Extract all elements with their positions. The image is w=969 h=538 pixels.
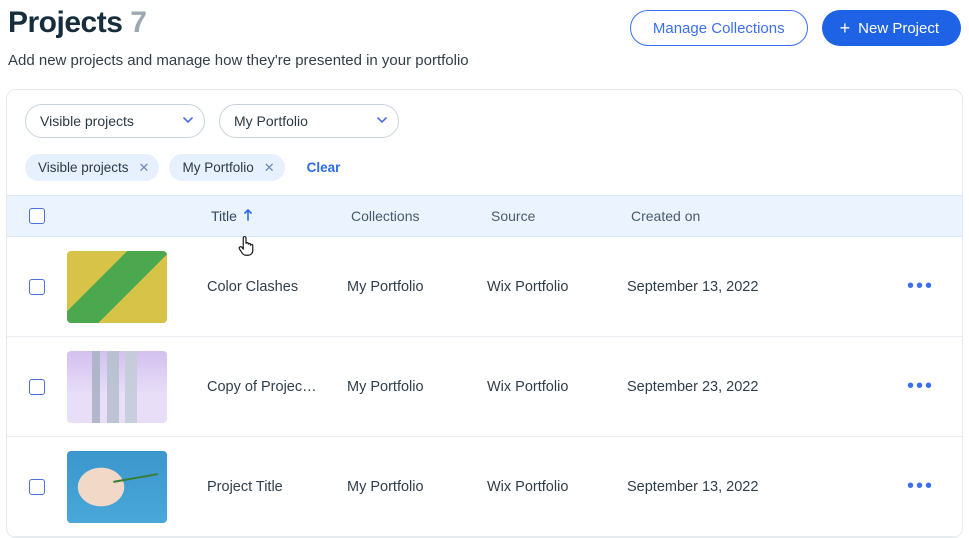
plus-icon: + (840, 19, 851, 37)
clear-filters-link[interactable]: Clear (307, 160, 341, 175)
cell-source: Wix Portfolio (487, 479, 627, 495)
cell-collections: My Portfolio (347, 479, 487, 495)
cell-title: Project Title (207, 479, 327, 495)
cell-source: Wix Portfolio (487, 379, 627, 395)
project-thumbnail (67, 251, 167, 323)
project-thumbnail (67, 451, 167, 523)
new-project-label: New Project (858, 20, 939, 37)
remove-chip-icon[interactable]: ✕ (139, 160, 150, 176)
visibility-filter-select[interactable]: Visible projects (25, 104, 205, 138)
cell-collections: My Portfolio (347, 379, 487, 395)
row-actions-button[interactable]: ••• (907, 375, 962, 398)
filter-chip-collection[interactable]: My Portfolio ✕ (169, 154, 284, 181)
cell-source: Wix Portfolio (487, 279, 627, 295)
table-row[interactable]: Color Clashes My Portfolio Wix Portfolio… (7, 237, 962, 337)
cell-collections: My Portfolio (347, 279, 487, 295)
chevron-down-icon (182, 113, 194, 129)
column-collections[interactable]: Collections (347, 208, 487, 224)
row-checkbox[interactable] (29, 379, 45, 395)
remove-chip-icon[interactable]: ✕ (264, 160, 275, 176)
column-created[interactable]: Created on (627, 208, 847, 224)
new-project-button[interactable]: + New Project (822, 10, 961, 46)
cell-created: September 13, 2022 (627, 479, 847, 495)
visibility-filter-label: Visible projects (40, 113, 134, 129)
table-header: Title Collections Source Created on (7, 195, 962, 237)
column-source[interactable]: Source (487, 208, 627, 224)
cell-title: Copy of Projec… (207, 379, 327, 395)
sort-ascending-icon (243, 208, 253, 224)
manage-collections-label: Manage Collections (653, 20, 785, 37)
row-actions-button[interactable]: ••• (907, 475, 962, 498)
select-all-checkbox[interactable] (29, 208, 45, 224)
projects-panel: Visible projects My Portfolio Visible pr… (6, 89, 963, 538)
collection-filter-label: My Portfolio (234, 113, 308, 129)
table-row[interactable]: Copy of Projec… My Portfolio Wix Portfol… (7, 337, 962, 437)
column-title[interactable]: Title (207, 208, 347, 224)
page-subtitle: Add new projects and manage how they're … (8, 52, 469, 69)
project-count: 7 (130, 6, 146, 39)
project-thumbnail (67, 351, 167, 423)
row-actions-button[interactable]: ••• (907, 275, 962, 298)
row-checkbox[interactable] (29, 479, 45, 495)
table-row[interactable]: Project Title My Portfolio Wix Portfolio… (7, 437, 962, 537)
row-checkbox[interactable] (29, 279, 45, 295)
cell-created: September 13, 2022 (627, 279, 847, 295)
chevron-down-icon (376, 113, 388, 129)
chip-label: Visible projects (38, 160, 129, 175)
column-title-label: Title (211, 208, 237, 224)
page-title-text: Projects (8, 6, 122, 39)
manage-collections-button[interactable]: Manage Collections (630, 10, 808, 46)
cell-title: Color Clashes (207, 279, 327, 295)
filter-chip-visibility[interactable]: Visible projects ✕ (25, 154, 159, 181)
collection-filter-select[interactable]: My Portfolio (219, 104, 399, 138)
page-title: Projects 7 (8, 6, 469, 40)
cell-created: September 23, 2022 (627, 379, 847, 395)
chip-label: My Portfolio (182, 160, 253, 175)
